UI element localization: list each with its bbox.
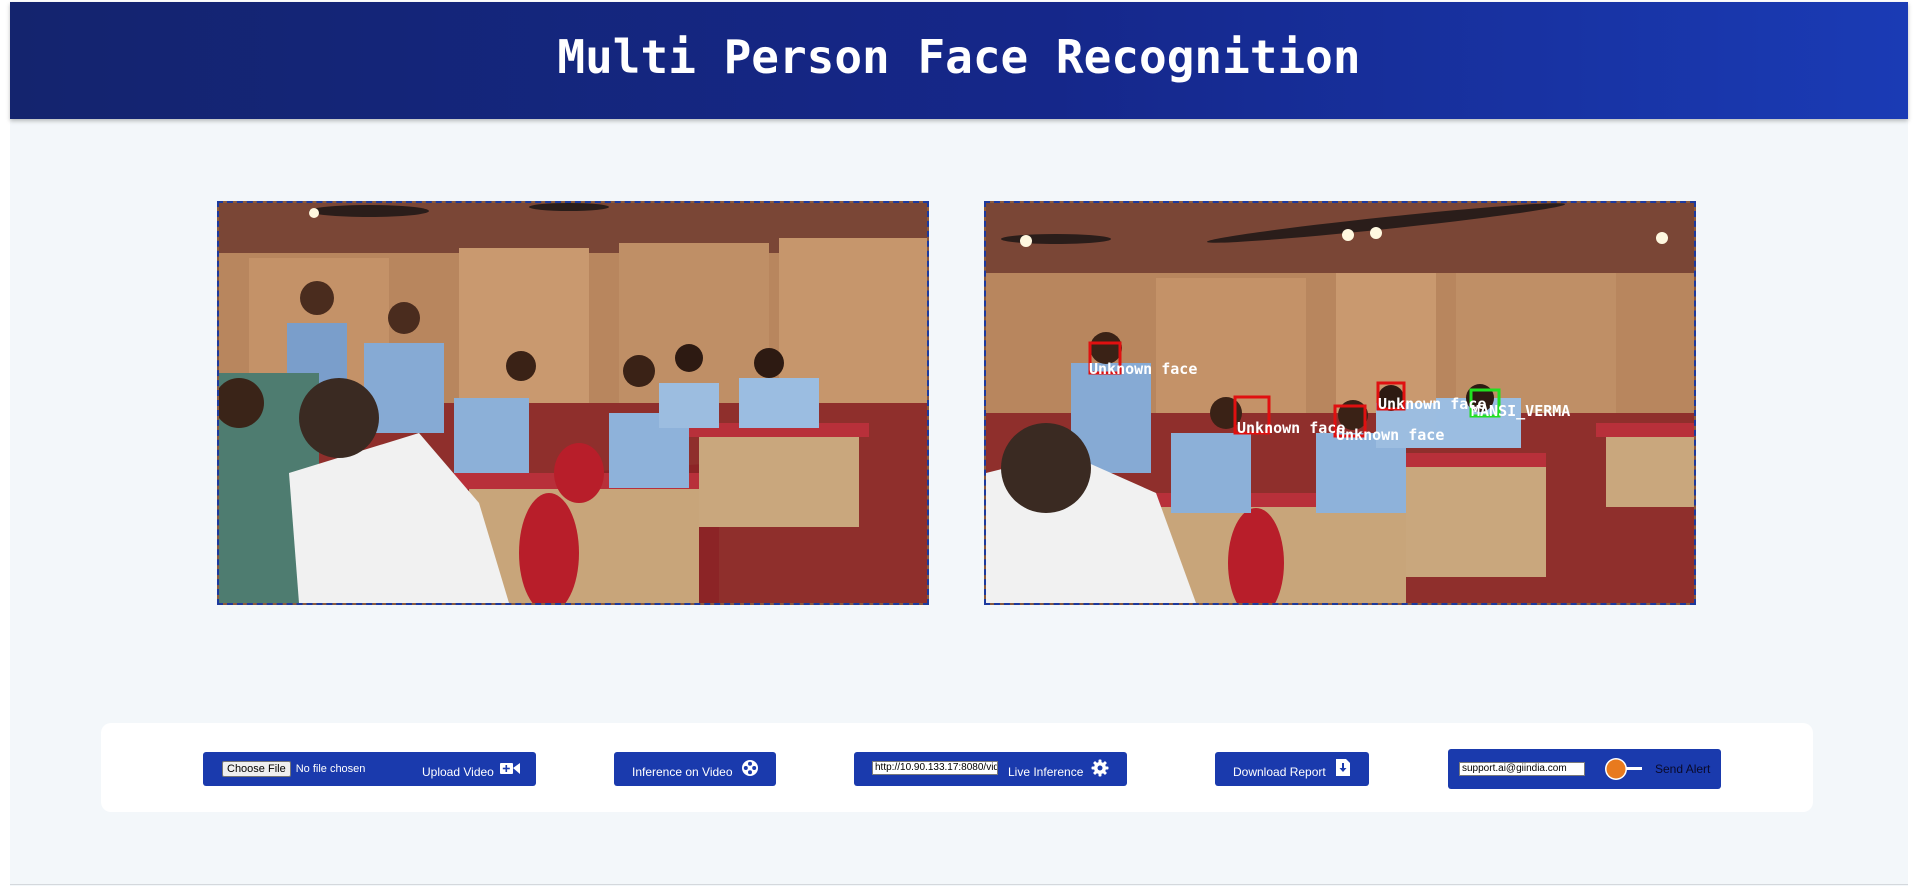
inference-video-label: Inference on Video: [632, 765, 733, 779]
upload-video-button[interactable]: Choose File No file chosen Upload Video: [203, 752, 536, 786]
header-bar: Multi Person Face Recognition: [10, 2, 1908, 119]
alert-email-input[interactable]: support.ai@giindia.com: [1459, 762, 1585, 776]
classroom-output-image: Unknown face Unknown face Unknown face U…: [986, 203, 1694, 603]
output-video-frame: Unknown face Unknown face Unknown face U…: [984, 201, 1696, 605]
send-alert-label: Send Alert: [1655, 762, 1711, 776]
upload-video-label: Upload Video: [422, 765, 494, 779]
face-label: MANSI_VERMA: [1471, 402, 1570, 420]
stream-url-input[interactable]: http://10.90.133.17:8080/video: [872, 761, 998, 775]
classroom-input-image: [219, 203, 927, 603]
page-bottom-divider: [10, 884, 1908, 885]
film-reel-icon: [741, 759, 759, 780]
alert-toggle[interactable]: [1604, 757, 1644, 784]
inference-on-video-button[interactable]: Inference on Video: [614, 752, 776, 786]
live-inference-button[interactable]: http://10.90.133.17:8080/video Live Infe…: [854, 752, 1127, 786]
live-inference-label: Live Inference: [1008, 765, 1084, 779]
controls-panel: Choose File No file chosen Upload Video …: [101, 723, 1813, 812]
download-report-button[interactable]: Download Report: [1215, 752, 1369, 786]
file-download-icon: [1335, 758, 1351, 780]
choose-file-button[interactable]: Choose File: [222, 760, 291, 777]
send-alert-button[interactable]: support.ai@giindia.com Send Alert: [1448, 749, 1721, 789]
face-label: Unknown face: [1089, 360, 1197, 378]
page-title: Multi Person Face Recognition: [557, 29, 1361, 84]
file-status: No file chosen: [295, 762, 366, 775]
face-label: Unknown face: [1336, 426, 1444, 444]
input-video-frame: [217, 201, 929, 605]
video-plus-icon: [499, 760, 521, 779]
download-report-label: Download Report: [1233, 765, 1326, 779]
file-chooser[interactable]: Choose File No file chosen: [222, 760, 366, 777]
page: Multi Person Face Recognition Unknown fa…: [10, 2, 1908, 886]
gear-icon: [1091, 759, 1109, 780]
face-label: Unknown face: [1237, 419, 1345, 437]
